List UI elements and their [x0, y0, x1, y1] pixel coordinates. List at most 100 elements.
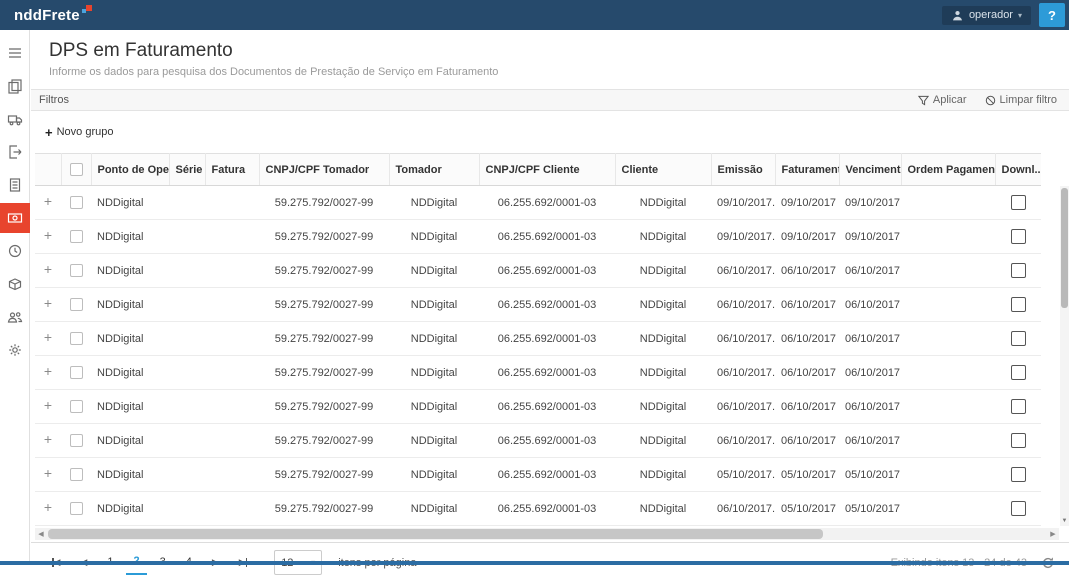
expand-row-icon[interactable]: + — [44, 431, 52, 447]
row-checkbox[interactable] — [70, 332, 83, 345]
column-header-cnpj-tomador[interactable]: CNPJ/CPF Tomador — [259, 154, 389, 186]
expand-row-icon[interactable]: + — [44, 227, 52, 243]
scroll-down-arrow-icon[interactable]: ▼ — [1060, 515, 1069, 526]
download-checkbox[interactable] — [1011, 501, 1026, 516]
cell-ordem — [901, 288, 995, 322]
funnel-icon — [918, 95, 929, 106]
truck-icon[interactable] — [0, 104, 30, 134]
cell-cliente: NDDigital — [615, 458, 711, 492]
select-all-checkbox[interactable] — [70, 163, 83, 176]
row-checkbox[interactable] — [70, 400, 83, 413]
users-icon[interactable] — [0, 302, 30, 332]
download-checkbox[interactable] — [1011, 331, 1026, 346]
cell-vencimento: 06/10/2017 — [839, 254, 901, 288]
row-checkbox[interactable] — [70, 468, 83, 481]
expand-row-icon[interactable]: + — [44, 363, 52, 379]
cell-vencimento: 06/10/2017 — [839, 322, 901, 356]
column-header-cnpj-cliente[interactable]: CNPJ/CPF Cliente — [479, 154, 615, 186]
cell-cnpj_tomador: 59.275.792/0027-99 — [259, 254, 389, 288]
cell-fatura — [205, 356, 259, 390]
apply-filter-button[interactable]: Aplicar — [918, 94, 967, 106]
cell-tomador: NDDigital — [389, 220, 479, 254]
column-header-serie[interactable]: Série — [169, 154, 205, 186]
h-scrollbar-thumb[interactable] — [48, 529, 823, 539]
billing-icon[interactable] — [0, 203, 30, 233]
column-header-cliente[interactable]: Cliente — [615, 154, 711, 186]
document-icon[interactable] — [0, 170, 30, 200]
expand-row-icon[interactable]: + — [44, 465, 52, 481]
new-group-label: Novo grupo — [57, 126, 114, 138]
download-checkbox[interactable] — [1011, 297, 1026, 312]
column-header-select — [61, 154, 91, 186]
row-checkbox[interactable] — [70, 298, 83, 311]
table-row: +NDDigital59.275.792/0027-99NDDigital06.… — [35, 220, 1041, 254]
v-scrollbar-thumb[interactable] — [1061, 188, 1068, 308]
expand-row-icon[interactable]: + — [44, 329, 52, 345]
table-row: +NDDigital59.275.792/0027-99NDDigital06.… — [35, 186, 1041, 220]
download-checkbox[interactable] — [1011, 433, 1026, 448]
settings-icon[interactable] — [0, 335, 30, 365]
column-header-fatura[interactable]: Fatura — [205, 154, 259, 186]
h-scrollbar[interactable]: ◀ ▶ — [35, 528, 1059, 540]
row-checkbox[interactable] — [70, 264, 83, 277]
download-checkbox[interactable] — [1011, 229, 1026, 244]
download-checkbox[interactable] — [1011, 399, 1026, 414]
download-checkbox[interactable] — [1011, 195, 1026, 210]
cell-faturamento: 06/10/2017 — [775, 424, 839, 458]
cell-fatura — [205, 186, 259, 220]
new-group-button[interactable]: + Novo grupo — [45, 125, 113, 140]
cell-tomador: NDDigital — [389, 424, 479, 458]
column-header-download[interactable]: Downl... — [995, 154, 1041, 186]
page-title: DPS em Faturamento — [49, 40, 1051, 62]
cell-faturamento: 05/10/2017 — [775, 458, 839, 492]
row-checkbox[interactable] — [70, 230, 83, 243]
copy-icon[interactable] — [0, 71, 30, 101]
column-header-ponto[interactable]: Ponto de Ope... — [91, 154, 169, 186]
cell-emissao: 06/10/2017... — [711, 356, 775, 390]
row-checkbox[interactable] — [70, 196, 83, 209]
menu-icon[interactable] — [0, 38, 30, 68]
column-header-emissao[interactable]: Emissão — [711, 154, 775, 186]
cell-serie — [169, 220, 205, 254]
expand-row-icon[interactable]: + — [44, 397, 52, 413]
cell-fatura — [205, 492, 259, 526]
cell-cnpj_cliente: 06.255.692/0001-03 — [479, 492, 615, 526]
expand-row-icon[interactable]: + — [44, 193, 52, 209]
scroll-left-arrow-icon[interactable]: ◀ — [35, 528, 47, 540]
history-icon[interactable] — [0, 236, 30, 266]
expand-row-icon[interactable]: + — [44, 295, 52, 311]
export-icon[interactable] — [0, 137, 30, 167]
expand-row-icon[interactable]: + — [44, 499, 52, 515]
user-menu[interactable]: operador ▾ — [942, 6, 1031, 25]
row-checkbox[interactable] — [70, 366, 83, 379]
download-checkbox[interactable] — [1011, 365, 1026, 380]
row-checkbox[interactable] — [70, 434, 83, 447]
column-header-vencimento[interactable]: Vencimento — [839, 154, 901, 186]
download-checkbox[interactable] — [1011, 467, 1026, 482]
expand-row-icon[interactable]: + — [44, 261, 52, 277]
cell-cliente: NDDigital — [615, 356, 711, 390]
cell-cnpj_cliente: 06.255.692/0001-03 — [479, 458, 615, 492]
cell-cliente: NDDigital — [615, 288, 711, 322]
cell-ponto: NDDigital — [91, 356, 169, 390]
cell-emissao: 05/10/2017... — [711, 458, 775, 492]
cell-ponto: NDDigital — [91, 322, 169, 356]
cell-cliente: NDDigital — [615, 390, 711, 424]
circle-slash-icon — [985, 95, 996, 106]
cell-ordem — [901, 492, 995, 526]
user-label: operador — [969, 9, 1013, 21]
v-scrollbar[interactable]: ▼ — [1060, 186, 1069, 526]
cell-tomador: NDDigital — [389, 254, 479, 288]
scroll-right-arrow-icon[interactable]: ▶ — [1047, 528, 1059, 540]
clear-filter-button[interactable]: Limpar filtro — [985, 94, 1057, 106]
column-header-tomador[interactable]: Tomador — [389, 154, 479, 186]
download-checkbox[interactable] — [1011, 263, 1026, 278]
column-header-faturamento[interactable]: Faturamento — [775, 154, 839, 186]
help-button[interactable]: ? — [1039, 3, 1065, 27]
column-header-ordem[interactable]: Ordem Pagamento — [901, 154, 995, 186]
row-checkbox[interactable] — [70, 502, 83, 515]
cell-tomador: NDDigital — [389, 492, 479, 526]
cell-cliente: NDDigital — [615, 322, 711, 356]
package-icon[interactable] — [0, 269, 30, 299]
cell-cnpj_cliente: 06.255.692/0001-03 — [479, 186, 615, 220]
